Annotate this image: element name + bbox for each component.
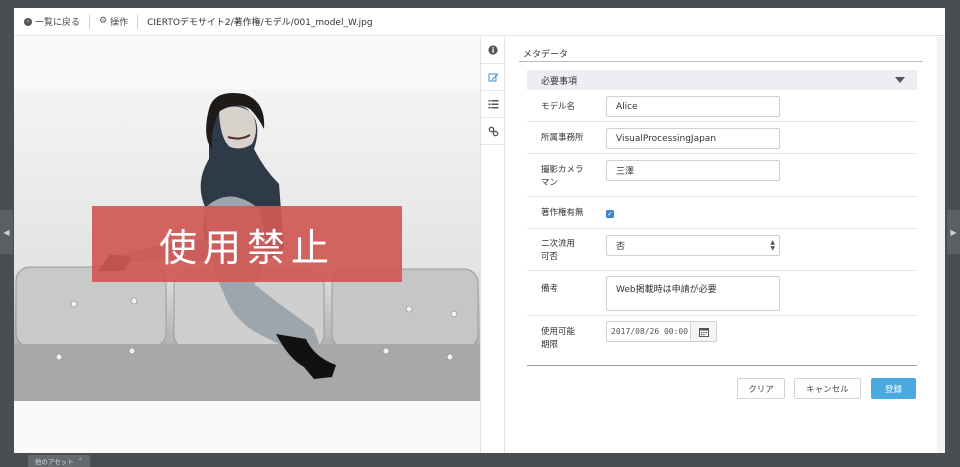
field-row-notes: 備考 Web掲載時は申請が必要 bbox=[527, 271, 917, 316]
field-row-cameraman: 撮影カメラマン 三澤 bbox=[527, 154, 917, 197]
info-icon bbox=[488, 45, 498, 55]
field-row-model-name: モデル名 Alice bbox=[527, 91, 917, 122]
other-assets-tab[interactable]: 他のアセット ⌃ bbox=[28, 455, 90, 467]
tab-list[interactable] bbox=[481, 91, 505, 118]
field-row-usage-period: 使用可能期限 2017/08/26 00:00 bbox=[527, 316, 917, 360]
copyright-checkbox[interactable]: ✓ bbox=[606, 210, 614, 218]
required-section-header[interactable]: 必要事項 bbox=[527, 70, 917, 90]
field-row-agency: 所属事務所 VisualProcessingJapan bbox=[527, 122, 917, 154]
agency-label: 所属事務所 bbox=[541, 133, 584, 143]
chevron-up-icon: ⌃ bbox=[77, 457, 84, 465]
edit-icon bbox=[488, 73, 498, 81]
usage-period-input[interactable]: 2017/08/26 00:00 bbox=[606, 321, 691, 342]
register-button[interactable]: 登録 bbox=[871, 378, 916, 399]
select-arrows-icon: ▲ ▼ bbox=[770, 239, 775, 252]
field-row-copyright: 著作権有無 ✓ bbox=[527, 197, 917, 229]
tab-links[interactable] bbox=[481, 118, 505, 145]
panel-title: メタデータ bbox=[523, 50, 569, 60]
toolbar-divider bbox=[137, 14, 139, 29]
list-icon bbox=[488, 99, 498, 108]
agency-input[interactable]: VisualProcessingJapan bbox=[606, 128, 780, 149]
cancel-button[interactable]: キャンセル bbox=[794, 378, 861, 399]
back-to-list-label: 一覧に戻る bbox=[35, 18, 81, 28]
toolbar-divider bbox=[89, 14, 91, 29]
link-icon bbox=[488, 126, 498, 136]
gear-icon: ⚙ bbox=[99, 16, 108, 26]
actions-divider bbox=[527, 365, 917, 366]
calendar-button[interactable] bbox=[691, 321, 717, 342]
field-row-secondary-use: 二次流用可否 否 ▲ ▼ bbox=[527, 229, 917, 271]
secondary-use-label: 二次流用可否 bbox=[541, 239, 576, 262]
forbidden-banner: 使用禁止 bbox=[92, 206, 402, 282]
secondary-use-value: 否 bbox=[616, 242, 626, 252]
secondary-use-select[interactable]: 否 ▲ ▼ bbox=[606, 235, 780, 256]
operations-button[interactable]: ⚙ 操作 bbox=[99, 15, 129, 29]
copyright-label: 著作権有無 bbox=[541, 208, 584, 218]
asset-detail-modal: ‹ 一覧に戻る ⚙ 操作 CIERTOデモサイト2/著作権/モデル/001_mo… bbox=[14, 8, 945, 453]
model-name-label: モデル名 bbox=[541, 102, 576, 112]
usage-period-datepicker: 2017/08/26 00:00 bbox=[606, 321, 717, 342]
tab-edit-metadata[interactable] bbox=[481, 64, 505, 91]
cameraman-label: 撮影カメラマン bbox=[541, 165, 584, 188]
calendar-icon bbox=[698, 327, 709, 337]
operations-label: 操作 bbox=[110, 18, 129, 28]
chevron-left-icon: ◀ bbox=[3, 227, 10, 237]
previous-asset-arrow[interactable]: ◀ bbox=[0, 210, 13, 254]
usage-period-label: 使用可能期限 bbox=[541, 327, 576, 350]
side-tabs bbox=[480, 37, 505, 453]
section-title: 必要事項 bbox=[541, 76, 578, 87]
notes-label: 備考 bbox=[541, 284, 559, 294]
caret-down-icon bbox=[895, 77, 905, 83]
image-viewer: 使用禁止 bbox=[14, 37, 480, 453]
panel-scrollbar[interactable] bbox=[937, 37, 945, 453]
cameraman-input[interactable]: 三澤 bbox=[606, 160, 780, 181]
chevron-right-icon: ▶ bbox=[950, 227, 957, 237]
next-asset-arrow[interactable]: ▶ bbox=[947, 210, 960, 254]
asset-path: CIERTOデモサイト2/著作権/モデル/001_model_W.jpg bbox=[147, 18, 373, 28]
back-to-list-button[interactable]: ‹ 一覧に戻る bbox=[24, 15, 80, 28]
tab-info[interactable] bbox=[481, 37, 505, 64]
arrow-left-circle-icon: ‹ bbox=[24, 17, 32, 26]
panel-title-divider bbox=[519, 61, 923, 62]
top-toolbar: ‹ 一覧に戻る ⚙ 操作 CIERTOデモサイト2/著作権/モデル/001_mo… bbox=[14, 8, 945, 36]
model-name-input[interactable]: Alice bbox=[606, 96, 780, 117]
clear-button[interactable]: クリア bbox=[737, 378, 785, 399]
other-assets-label: 他のアセット bbox=[34, 458, 74, 466]
metadata-panel: メタデータ 必要事項 モデル名 Alice 所属事務所 VisualProces… bbox=[505, 37, 945, 453]
notes-textarea[interactable]: Web掲載時は申請が必要 bbox=[606, 276, 780, 311]
